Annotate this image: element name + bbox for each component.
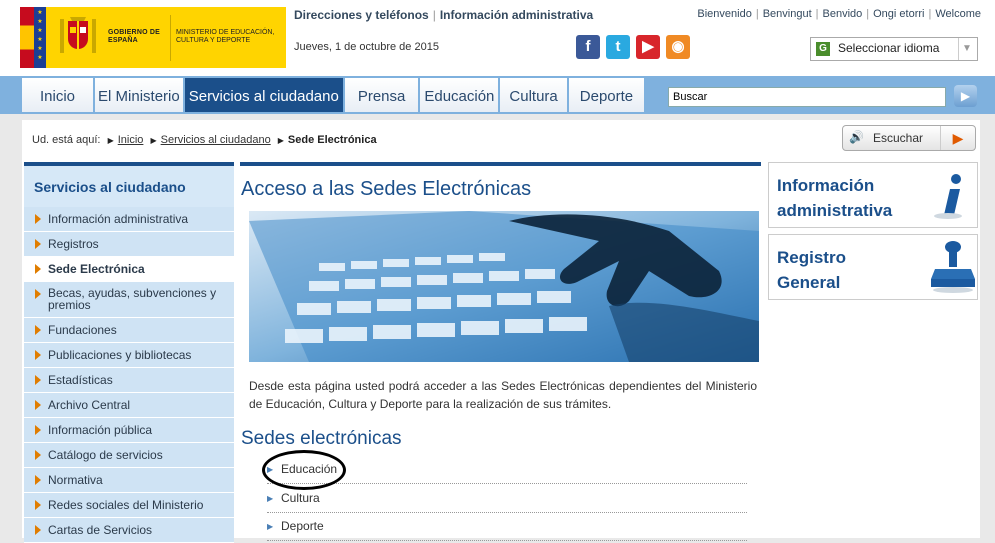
lang-es[interactable]: Bienvenido [697, 8, 751, 20]
sidebar-item-estadisticas[interactable]: Estadísticas [24, 368, 234, 393]
chevron-down-icon: ▼ [958, 38, 975, 60]
highlight-circle [262, 450, 346, 490]
language-select[interactable]: G Seleccionar idioma ▼ [810, 37, 978, 61]
box2-line2: General [777, 273, 841, 292]
registro-general-box[interactable]: Registro General [768, 234, 978, 300]
breadcrumb-prefix: Ud. está aquí: [32, 134, 101, 146]
search-button[interactable]: ▶ [954, 85, 977, 107]
breadcrumb-inicio[interactable]: Inicio [118, 134, 144, 146]
facebook-icon[interactable]: f [576, 35, 600, 59]
top-links: Direcciones y teléfonos | Información admi… [294, 8, 594, 22]
government-logo[interactable]: ★ ★ ★ ★ ★ ★ GOBIERNO DE ESPAÑA MINISTERIO DE … [20, 7, 286, 68]
current-date: Jueves, 1 de octubre de 2015 [294, 41, 439, 53]
sede-item-cultura[interactable]: ▶ Cultura [267, 486, 747, 513]
tab-educacion[interactable]: Educación [420, 78, 501, 112]
tab-inicio[interactable]: Inicio [22, 78, 96, 112]
directory-link[interactable]: Direcciones y teléfonos [294, 8, 429, 22]
sidebar-item-informacion-publica[interactable]: Información pública [24, 418, 234, 443]
sede-item-deporte[interactable]: ▶ Deporte [267, 514, 747, 541]
tab-cultura[interactable]: Cultura [500, 78, 569, 112]
search-input[interactable] [668, 87, 946, 107]
language-links: Bienvenido | Benvingut | Benvido | Ongi etorri… [697, 8, 981, 20]
sede-link-cultura[interactable]: Cultura [281, 491, 320, 505]
lang-ca[interactable]: Benvingut [763, 8, 812, 20]
lang-eu[interactable]: Ongi etorri [873, 8, 924, 20]
lang-gl[interactable]: Benvido [823, 8, 863, 20]
page-content: Ud. está aquí: ▶ Inicio ▶ Servicios al ciu… [22, 120, 980, 543]
triangle-right-icon: ▶ [267, 522, 274, 531]
main-nav: Inicio El Ministerio Servicios al ciudad… [0, 76, 995, 114]
sidebar-item-normativa[interactable]: Normativa [24, 468, 234, 493]
box1-line2: administrativa [777, 201, 893, 220]
government-label: GOBIERNO DE ESPAÑA [108, 29, 160, 44]
sidebar-item-sede-electronica[interactable]: Sede Electrónica [24, 257, 234, 282]
triangle-right-icon: ▶ [267, 494, 274, 503]
coat-of-arms-icon [60, 17, 96, 53]
twitter-icon[interactable]: t [606, 35, 630, 59]
speaker-icon: 🔊 [849, 130, 864, 144]
sidebar-item-becas[interactable]: Becas, ayudas, subvenciones y premios [24, 282, 234, 318]
tab-servicios-al-ciudadano[interactable]: Servicios al ciudadano [184, 78, 345, 112]
sidebar-item-registros[interactable]: Registros [24, 232, 234, 257]
sidebar: Servicios al ciudadano Información admin… [24, 162, 234, 543]
sede-link-deporte[interactable]: Deporte [281, 519, 324, 533]
box1-line1: Información [777, 176, 875, 195]
language-select-label: Seleccionar idioma [838, 41, 940, 55]
info-icon [934, 174, 962, 219]
rss-icon[interactable]: ◉ [666, 35, 690, 59]
sidebar-item-redes-sociales[interactable]: Redes sociales del Ministerio [24, 493, 234, 518]
intro-text: Desde esta página usted podrá acceder a … [249, 379, 757, 411]
sidebar-title: Servicios al ciudadano [24, 162, 234, 207]
page-title: Acceso a las Sedes Electrónicas [241, 178, 532, 200]
listen-label: Escuchar [873, 131, 924, 145]
sidebar-item-archivo-central[interactable]: Archivo Central [24, 393, 234, 418]
ministry-label: MINISTERIO DE EDUCACIÓN, CULTURA Y DEPOR… [176, 29, 275, 44]
main-content: Acceso a las Sedes Electrónicas Desde es… [240, 162, 761, 541]
keyboard-hero-image [249, 211, 759, 362]
sidebar-item-catalogo[interactable]: Catálogo de servicios [24, 443, 234, 468]
tab-el-ministerio[interactable]: El Ministerio [95, 78, 185, 112]
sidebar-item-cartas[interactable]: Cartas de Servicios [24, 518, 234, 543]
sidebar-item-publicaciones[interactable]: Publicaciones y bibliotecas [24, 343, 234, 368]
admin-info-link[interactable]: Información administrativa [440, 8, 593, 22]
spain-flag [20, 7, 34, 68]
tab-prensa[interactable]: Prensa [344, 78, 421, 112]
play-icon: ▶ [940, 126, 975, 150]
tab-deporte[interactable]: Deporte [568, 78, 647, 112]
site-header: ★ ★ ★ ★ ★ ★ GOBIERNO DE ESPAÑA MINISTERIO DE … [0, 0, 995, 76]
sedes-title: Sedes electrónicas [241, 428, 402, 449]
lang-en[interactable]: Welcome [935, 8, 981, 20]
breadcrumb: Ud. está aquí: ▶ Inicio ▶ Servicios al ciu… [32, 134, 377, 146]
youtube-icon[interactable]: ▶ [636, 35, 660, 59]
sidebar-item-fundaciones[interactable]: Fundaciones [24, 318, 234, 343]
listen-button[interactable]: 🔊 Escuchar ▶ [842, 125, 976, 151]
social-links: f t ▶ ◉ [576, 35, 690, 59]
breadcrumb-servicios[interactable]: Servicios al ciudadano [161, 134, 271, 146]
breadcrumb-current: Sede Electrónica [287, 134, 377, 146]
box2-line1: Registro [777, 248, 846, 267]
sidebar-item-informacion-administrativa[interactable]: Información administrativa [24, 207, 234, 232]
stamp-icon [931, 241, 975, 293]
informacion-administrativa-box[interactable]: Información administrativa [768, 162, 978, 228]
google-translate-icon: G [816, 42, 830, 56]
